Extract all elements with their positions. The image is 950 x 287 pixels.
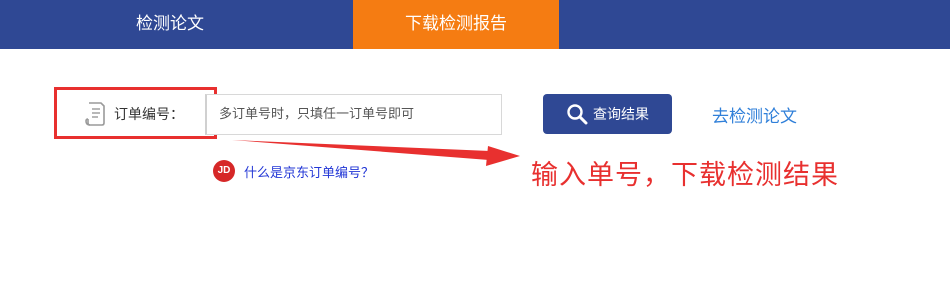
order-number-label-group: 订单编号： (73, 93, 206, 135)
annotation-text: 输入单号，下载检测结果 (531, 160, 839, 191)
order-number-input[interactable] (205, 94, 502, 135)
document-icon (84, 101, 106, 127)
tab-bar: 检测论文 下载检测报告 (0, 0, 950, 49)
order-number-label: 订单编号： (114, 107, 184, 123)
jd-logo-icon: JD (213, 160, 235, 182)
what-is-jd-order-link[interactable]: 什么是京东订单编号？ (244, 162, 374, 181)
goto-check-paper-link[interactable]: 去检测论文 (712, 102, 797, 127)
query-result-label: 查询结果 (593, 107, 649, 123)
page: 检测论文 下载检测报告 订单编号： 查询结果 去检测论文 JD 什么是京东订单编… (0, 0, 950, 287)
tab-check-paper[interactable]: 检测论文 (0, 0, 340, 49)
tab-download-report[interactable]: 下载检测报告 (353, 0, 559, 49)
query-result-button[interactable]: 查询结果 (543, 94, 672, 134)
search-icon (566, 103, 588, 125)
